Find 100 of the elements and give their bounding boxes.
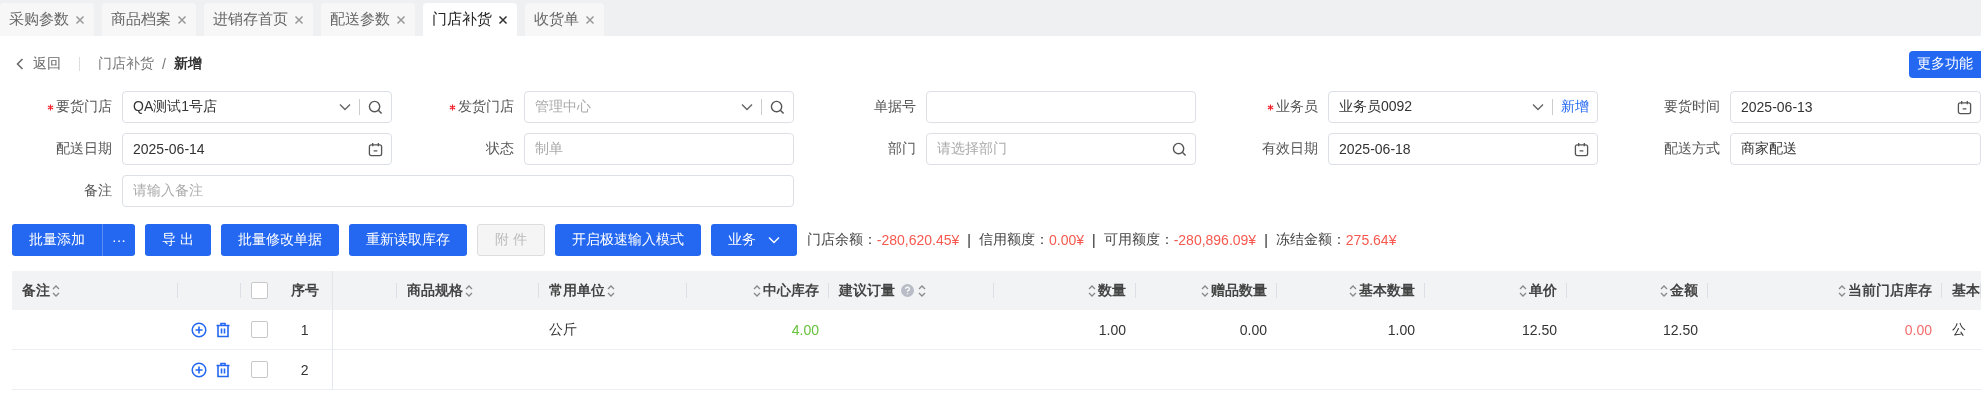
column-header: 序号 <box>290 281 319 300</box>
chevron-down-icon <box>767 236 780 244</box>
field-label: 单据号 <box>874 98 916 116</box>
chevron-down-icon[interactable] <box>1532 103 1544 111</box>
table-cell: 2 <box>300 361 309 378</box>
toolbar-button[interactable]: 重新读取库存 <box>348 224 467 256</box>
close-icon[interactable] <box>498 14 508 25</box>
table-cell: 1 <box>300 321 309 338</box>
field-label: 有效日期 <box>1262 140 1318 158</box>
field-label: 备注 <box>84 182 112 200</box>
table-cell: 1.00 <box>1098 321 1126 338</box>
balance-label: 门店余额： <box>806 231 877 249</box>
toolbar-button[interactable]: 导 出 <box>145 224 211 256</box>
table-cell: 12.50 <box>1521 321 1557 338</box>
breadcrumb-link[interactable]: 门店补货 <box>98 55 154 73</box>
date-field[interactable]: 2025-06-14 <box>122 133 392 165</box>
sort-icon[interactable] <box>1349 283 1357 298</box>
column-header: 建议订量 <box>839 281 895 300</box>
search-icon[interactable] <box>368 99 383 115</box>
more-options-button[interactable]: ··· <box>102 224 135 256</box>
column-header: 数量 <box>1098 281 1126 300</box>
column-header: 常用单位 <box>549 281 605 300</box>
table-cell: 0.00 <box>1904 321 1932 338</box>
balance-label: 信用额度： <box>978 231 1049 249</box>
column-header: 基本数量 <box>1359 281 1415 300</box>
column-header: 商品规格 <box>407 281 463 300</box>
select-field[interactable]: 业务员0092 新增 <box>1328 91 1598 123</box>
checkbox[interactable] <box>251 321 268 338</box>
page-tab[interactable]: 门店补货 <box>423 3 517 36</box>
more-functions-button[interactable]: 更多功能 <box>1909 50 1981 78</box>
calendar-icon[interactable] <box>368 141 383 157</box>
sort-icon[interactable] <box>753 283 761 298</box>
calendar-icon[interactable] <box>1957 99 1972 115</box>
column-header: 中心库存 <box>763 281 819 300</box>
column-header: 备注 <box>22 281 50 300</box>
sort-icon[interactable] <box>918 283 926 298</box>
input-field[interactable]: 商家配送 <box>1730 133 1981 165</box>
chevron-left-icon <box>16 58 24 70</box>
add-link[interactable]: 新增 <box>1561 98 1589 116</box>
table-cell: 12.50 <box>1662 321 1698 338</box>
balance-separator: | <box>1092 232 1096 248</box>
back-link[interactable]: 返回 <box>16 55 61 73</box>
field-label: 状态 <box>486 140 514 158</box>
balance-value: -280,896.09¥ <box>1173 232 1257 248</box>
add-circle-icon[interactable] <box>191 321 207 338</box>
column-header: 金额 <box>1670 281 1698 300</box>
calendar-icon[interactable] <box>1574 141 1589 157</box>
trash-icon[interactable] <box>215 361 231 378</box>
page-tab[interactable]: 商品档案 <box>102 3 196 36</box>
field-label: 发货门店 <box>458 98 514 116</box>
field-label: 配送方式 <box>1664 140 1720 158</box>
field-label: 要货门店 <box>56 98 112 116</box>
balance-label: 可用额度： <box>1103 231 1174 249</box>
sort-icon[interactable] <box>1838 283 1846 298</box>
table-cell: 0.00 <box>1239 321 1267 338</box>
table-cell: 公 <box>1952 320 1966 337</box>
column-header: 单价 <box>1529 281 1557 300</box>
column-header: 基本 <box>1952 281 1980 300</box>
sort-icon[interactable] <box>1519 283 1527 298</box>
chevron-down-icon[interactable] <box>339 103 351 111</box>
toolbar-button[interactable]: 开启极速输入模式 <box>554 224 701 256</box>
select-field[interactable]: QA测试1号店 <box>122 91 392 123</box>
date-field[interactable]: 2025-06-13 <box>1730 91 1981 123</box>
chevron-down-icon[interactable] <box>741 103 753 111</box>
help-icon[interactable] <box>901 284 914 297</box>
balance-value: 275.64¥ <box>1345 232 1397 248</box>
toolbar-button[interactable]: 批量修改单据 <box>220 224 339 256</box>
sort-icon[interactable] <box>1660 283 1668 298</box>
page-tab[interactable]: 进销存首页 <box>204 3 313 36</box>
page-tab[interactable]: 采购参数 <box>0 3 94 36</box>
dropdown-button[interactable]: 业务 <box>710 224 797 256</box>
date-field[interactable]: 2025-06-18 <box>1328 133 1598 165</box>
input-field[interactable] <box>926 91 1196 123</box>
balance-separator: | <box>1264 232 1268 248</box>
sort-icon[interactable] <box>52 283 60 298</box>
page-tab[interactable]: 收货单 <box>525 3 604 36</box>
trash-icon[interactable] <box>215 321 231 338</box>
sort-icon[interactable] <box>607 283 615 298</box>
search-icon[interactable] <box>1172 141 1187 157</box>
field-label: 部门 <box>888 140 916 158</box>
checkbox[interactable] <box>251 361 268 378</box>
balance-label: 冻结金额： <box>1275 231 1346 249</box>
column-header: 当前门店库存 <box>1848 281 1932 300</box>
search-icon[interactable] <box>770 99 785 115</box>
batch-add-button[interactable]: 批量添加 <box>12 224 102 256</box>
balance-value: 0.00¥ <box>1048 232 1084 248</box>
balance-separator: | <box>967 232 971 248</box>
field-label: 配送日期 <box>56 140 112 158</box>
table-cell: 公斤 <box>549 320 577 337</box>
add-circle-icon[interactable] <box>191 361 207 378</box>
field-label: 业务员 <box>1276 98 1318 116</box>
breadcrumb-separator: / <box>162 56 166 72</box>
page-tab[interactable]: 配送参数 <box>321 3 415 36</box>
field-label: 要货时间 <box>1664 98 1720 116</box>
table-cell: 1.00 <box>1387 321 1415 338</box>
sort-icon[interactable] <box>465 283 473 298</box>
sort-icon[interactable] <box>1201 283 1209 298</box>
balance-value: -280,620.45¥ <box>876 232 960 248</box>
sort-icon[interactable] <box>1088 283 1096 298</box>
checkbox[interactable] <box>251 282 268 299</box>
